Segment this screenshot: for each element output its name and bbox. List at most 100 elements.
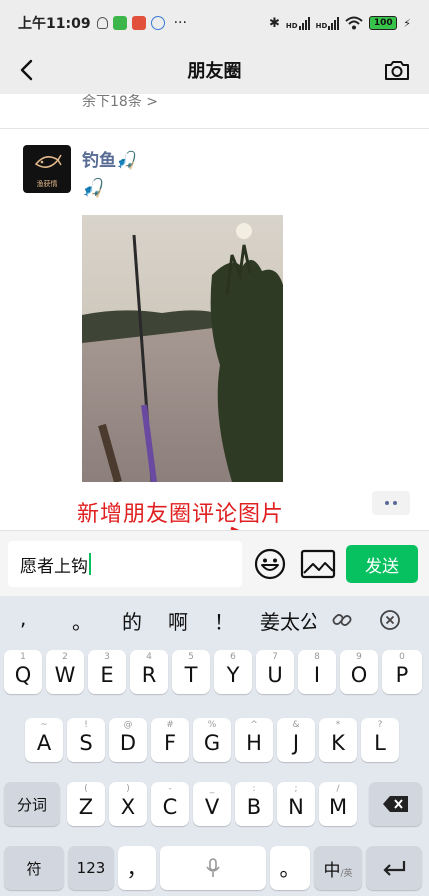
key-w[interactable]: 2W [46,650,84,694]
key-b[interactable]: :B [235,782,273,826]
app-red-icon [131,16,146,30]
key-d[interactable]: @ D [109,718,147,762]
more-actions-button[interactable] [372,491,410,515]
key-s[interactable]: ! S [67,718,105,762]
emoji-icon[interactable] [254,548,286,580]
app-cloud-icon [150,16,165,30]
key-o[interactable]: 9O [340,650,378,694]
key-hint: ~ [40,720,48,730]
back-arrow-icon[interactable] [14,56,42,84]
keyboard: , 。 的 啊 ！ 姜太公 1Q 2W 3E 4R 5T 6Y 7U 8I 9O… [0,596,429,896]
page-title: 朋友圈 [187,61,242,82]
key-hint: 8 [314,652,320,662]
key-label: R [141,663,157,687]
fish-logo-icon [34,154,62,168]
candidate-item[interactable]: , [20,606,26,630]
app-green-icon [112,16,127,30]
post-username[interactable]: 钓鱼🎣 [82,146,137,171]
key-r[interactable]: 4R [130,650,168,694]
candidate-item[interactable]: 啊 [168,606,188,635]
key-enter[interactable] [366,846,422,890]
close-candidates-icon[interactable] [379,609,401,631]
key-n[interactable]: ; N [277,782,315,826]
link-icon[interactable] [331,609,353,631]
key-language[interactable]: 中/英 [314,846,362,890]
image-icon[interactable] [300,549,336,579]
mute-bell-icon [96,17,108,29]
key-hint: % [207,720,217,730]
key-u[interactable]: 7U [256,650,294,694]
key-hint: @ [123,720,133,730]
key-label: V [204,795,220,819]
key-label: 分词 [16,795,47,814]
key-q[interactable]: 1Q [4,650,42,694]
key-symbols[interactable]: 符 [4,846,64,890]
key-label: X [120,795,136,819]
avatar[interactable]: 渔获情 [23,145,71,193]
key-hint: * [335,720,341,730]
candidate-item[interactable]: 。 [72,606,92,635]
signal-icon-1: HD [285,16,310,30]
key-hint: ) [126,784,130,794]
key-m[interactable]: / M [319,782,357,826]
key-label: 。 [279,857,301,881]
key-comma[interactable]: ， [118,846,156,890]
key-fenci[interactable]: 分词 [4,782,60,826]
key-label: L [374,731,386,755]
key-hint: # [166,720,174,730]
key-h[interactable]: ^ H [235,718,273,762]
backspace-icon [382,796,408,812]
remaining-comments-link[interactable]: 余下18条 > [82,94,158,110]
key-hint: ^ [250,720,258,730]
bluetooth-icon: ✱ [269,15,280,31]
key-backspace[interactable] [369,782,422,826]
nav-bar: 朋友圈 [0,46,429,94]
key-hint: 1 [20,652,26,662]
key-label: 123 [76,859,106,877]
key-t[interactable]: 5T [172,650,210,694]
key-k[interactable]: * K [319,718,357,762]
key-v[interactable]: _ V [193,782,231,826]
key-e[interactable]: 3E [88,650,126,694]
key-label: U [267,663,283,687]
key-label: Q [14,663,32,687]
enter-icon [383,861,406,876]
comment-input-bar: 愿者上钩 发送 [0,530,429,596]
key-space[interactable] [160,846,266,890]
key-c[interactable]: -C [151,782,189,826]
key-z[interactable]: (Z [67,782,105,826]
key-hint: 0 [399,652,405,662]
key-hint: ; [294,784,298,794]
key-y[interactable]: 6Y [214,650,252,694]
candidate-item[interactable]: 的 [122,606,142,635]
key-period[interactable]: 。 [270,846,310,890]
candidate-item[interactable]: ！ [214,606,234,635]
charging-icon: ⚡ [403,16,411,30]
wifi-icon [345,16,363,30]
key-l[interactable]: ? L [361,718,399,762]
key-label: Y [226,663,240,687]
key-123[interactable]: 123 [68,846,114,890]
key-hint: / [336,784,340,794]
battery-icon: 100 [369,16,398,30]
key-label: N [288,795,304,819]
key-a[interactable]: ~ A [25,718,63,762]
comment-input[interactable]: 愿者上钩 [8,541,242,587]
key-hint: 2 [62,652,68,662]
key-p[interactable]: 0P [382,650,422,694]
signal-hd-label-1: HD [285,21,298,30]
key-x[interactable]: ) X [109,782,147,826]
send-button[interactable]: 发送 [346,545,418,583]
key-j[interactable]: & J [277,718,315,762]
key-i[interactable]: 8I [298,650,336,694]
candidate-item[interactable]: 姜太公 [260,606,316,635]
post-photo[interactable] [82,215,283,482]
key-label: K [331,731,345,755]
signal-hd-label-2: HD [315,21,328,30]
key-sublabel: /英 [340,868,353,879]
key-hint: & [292,720,300,730]
key-f[interactable]: # F [151,718,189,762]
key-label: Z [78,795,94,819]
camera-icon[interactable] [383,56,411,84]
key-g[interactable]: % G [193,718,231,762]
